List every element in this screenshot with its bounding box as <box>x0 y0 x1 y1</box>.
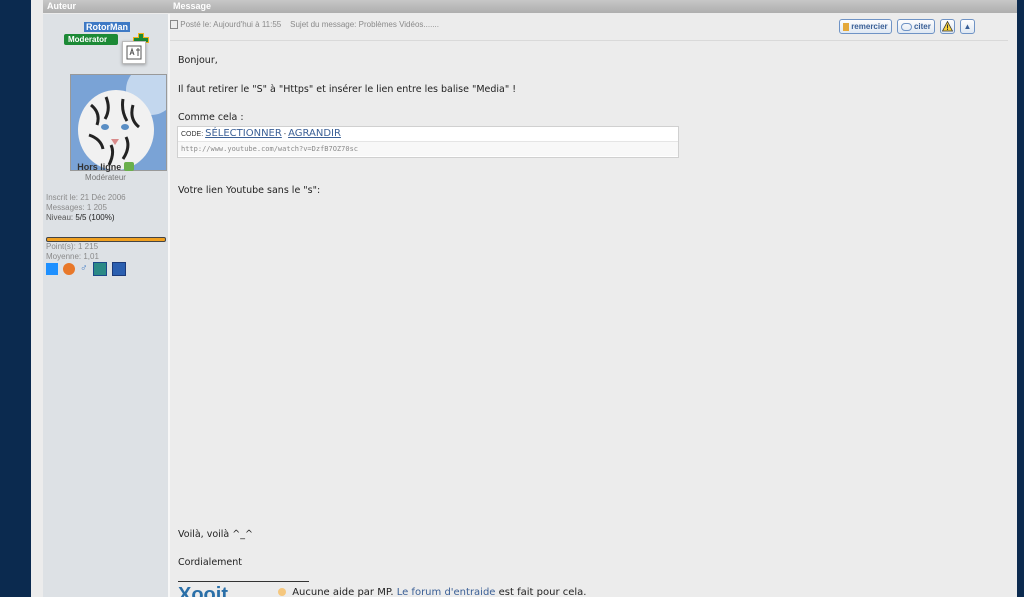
avatar[interactable] <box>70 74 167 171</box>
level-value: 5/5 (100%) <box>75 213 115 222</box>
instruction-paragraph: Il faut retirer le "S" à "Https" et insé… <box>178 84 517 95</box>
header-author: Auteur <box>47 1 76 11</box>
signature-reason: est fait pour cela. <box>498 587 587 597</box>
post-date: Posté le: Aujourd'hui à 11:55 <box>180 20 282 29</box>
closing-line: Voilà, voilà ^_^ <box>178 529 253 540</box>
offline-users-icon <box>123 162 134 171</box>
firefox-icon <box>63 263 76 275</box>
greeting: Bonjour, <box>178 55 218 66</box>
regards: Cordialement <box>178 557 243 568</box>
text-recognition-icon[interactable] <box>122 41 146 64</box>
code-expand-link[interactable]: AGRANDIR <box>288 128 341 139</box>
code-label: CODE: <box>181 131 204 138</box>
online-status: Hors ligne <box>43 162 168 172</box>
signature-separator <box>178 581 309 582</box>
user-stats: Inscrit le: 21 Déc 2006 Messages: 1 205 … <box>46 193 126 223</box>
points: Point(s): 1 215 <box>46 242 99 251</box>
post-actions: remercier citer ▲ <box>837 19 975 35</box>
user-stats-extra: Point(s): 1 215 Moyenne: 1,01 <box>46 242 99 262</box>
average: Moyenne: 1,01 <box>46 252 99 261</box>
gender-male-icon: ♂ <box>80 263 88 274</box>
message-count: Messages: 1 205 <box>46 203 107 212</box>
code-content[interactable]: http://www.youtube.com/watch?v=DzfB7OZ70… <box>178 142 678 156</box>
code-intro: Comme cela : <box>178 112 244 123</box>
author-panel: RotorMan Moderator Hors ligne Modérateur… <box>43 14 168 597</box>
youtube-paragraph: Votre lien Youtube sans le "s": <box>178 185 321 196</box>
forum-page: Auteur Message RotorMan Moderator Hors l… <box>31 0 1017 597</box>
report-button[interactable] <box>939 19 955 34</box>
signature-logo: Xooit <box>178 584 228 597</box>
quote-button[interactable]: citer <box>896 19 935 34</box>
windows-icon <box>46 263 58 275</box>
top-button[interactable]: ▲ <box>960 19 975 34</box>
code-header: CODE: SÉLECTIONNER - AGRANDIR <box>178 127 678 142</box>
signature-no-pm: Aucune aide par MP. <box>292 587 394 597</box>
meta-separator <box>170 40 1008 41</box>
post-subject: Sujet du message: Problèmes Vidéos......… <box>290 20 439 29</box>
help-forum-link[interactable]: Le forum d'entraide <box>397 587 496 597</box>
username-link[interactable]: RotorMan <box>84 22 130 32</box>
arrow-up-icon: ▲ <box>963 22 972 31</box>
user-icons: ♂ <box>46 262 128 276</box>
bullet-icon <box>278 588 286 596</box>
warning-icon <box>941 21 954 32</box>
profile-icon[interactable] <box>112 262 127 276</box>
rank-title: Modérateur <box>85 173 126 182</box>
post-meta: Posté le: Aujourd'hui à 11:55 Sujet du m… <box>170 20 439 30</box>
level-line: Niveau: 5/5 (100%) <box>46 213 115 222</box>
header-message: Message <box>173 1 212 11</box>
signature-text: Aucune aide par MP. Le forum d'entraide … <box>278 587 586 597</box>
code-select-link[interactable]: SÉLECTIONNER <box>205 128 282 139</box>
code-block: CODE: SÉLECTIONNER - AGRANDIR http://www… <box>177 126 679 158</box>
post-icon <box>170 20 178 30</box>
table-header: Auteur Message <box>43 0 1017 13</box>
moderator-badge: Moderator <box>64 34 118 45</box>
thumb-icon <box>842 22 849 31</box>
speech-bubble-icon <box>900 22 912 31</box>
webcam-icon[interactable] <box>93 262 108 276</box>
message-panel: Posté le: Aujourd'hui à 11:55 Sujet du m… <box>170 14 1008 597</box>
registered-date: Inscrit le: 21 Déc 2006 <box>46 193 126 202</box>
thank-button[interactable]: remercier <box>838 19 892 34</box>
